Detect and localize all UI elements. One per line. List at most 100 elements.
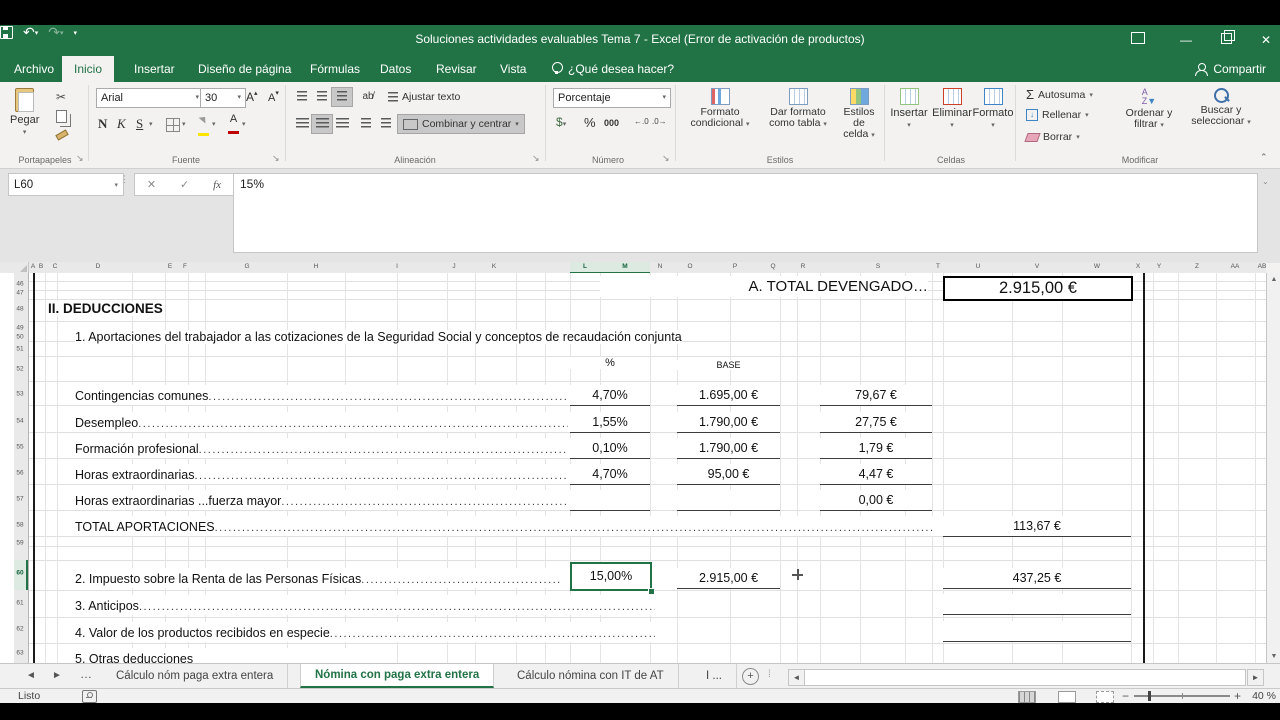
fx-icon[interactable]: fx (213, 179, 221, 191)
cell-row-base[interactable] (677, 490, 780, 511)
cell-valor-especie-label[interactable]: 4. Valor de los productos recibidos en e… (75, 622, 655, 642)
underline-dropdown-icon[interactable]: ▾ (149, 120, 153, 128)
cell-row-amount[interactable]: 27,75 € (820, 412, 932, 433)
select-all-corner[interactable] (14, 262, 29, 273)
column-header-H[interactable]: H (314, 263, 319, 270)
column-header-A[interactable]: A (31, 263, 35, 270)
alignment-dialog-launcher-icon[interactable]: ↘ (532, 153, 540, 164)
tab-datos[interactable]: Datos (368, 56, 423, 82)
paste-button[interactable]: Pegar▾ (10, 88, 39, 136)
view-page-layout-icon[interactable] (1058, 691, 1076, 703)
row-header-53[interactable]: 53 (14, 391, 26, 398)
name-box[interactable]: L60▾ (8, 173, 124, 196)
row-header-62[interactable]: 62 (14, 626, 26, 633)
cell-anticipos-label[interactable]: 3. Anticipos............................… (75, 595, 655, 615)
tab-diseno-pagina[interactable]: Diseño de página (186, 56, 303, 82)
increase-decimal-icon[interactable]: ←.0 (634, 117, 649, 126)
row-header-56[interactable]: 56 (14, 470, 26, 477)
column-header-L[interactable]: L (583, 263, 587, 270)
cell-row-label[interactable]: Horas extraordinarias...................… (75, 464, 568, 484)
cell-total-aportaciones-label[interactable]: TOTAL APORTACIONES......................… (75, 516, 935, 536)
row-headers[interactable]: 464748495051525354555657585960616263 (14, 273, 29, 663)
column-header-G[interactable]: G (244, 263, 249, 270)
horizontal-scrollbar[interactable] (804, 669, 1246, 686)
italic-button[interactable]: K (117, 116, 126, 132)
formula-input[interactable]: 15% (233, 173, 1258, 253)
zoom-slider-thumb[interactable] (1148, 691, 1151, 701)
cell-row-base[interactable]: 1.790,00 € (677, 412, 780, 433)
share-button[interactable]: Compartir (1195, 56, 1266, 82)
zoom-in-icon[interactable]: + (1234, 689, 1241, 703)
align-bottom-icon[interactable] (332, 88, 352, 106)
fill-color-icon[interactable] (198, 115, 209, 139)
tab-scroll-splitter[interactable]: ⁞ (768, 669, 771, 680)
column-header-Q[interactable]: Q (770, 263, 775, 270)
minimize-icon[interactable]: — (1166, 25, 1206, 55)
sheet-nav-more-icon[interactable]: … (80, 667, 92, 681)
accessibility-icon[interactable] (82, 690, 97, 703)
cell-section-title[interactable]: II. DEDUCCIONES (48, 301, 163, 316)
fill-color-dropdown-icon[interactable]: ▾ (212, 120, 216, 128)
enter-icon[interactable]: ✓ (180, 178, 189, 191)
cell-row-label[interactable]: Contingencias comunes...................… (75, 385, 568, 405)
decrease-indent-icon[interactable] (356, 115, 376, 133)
format-as-table-button[interactable]: Dar formatocomo tabla ▾ (760, 88, 836, 130)
cell-irpf-base[interactable]: 2.915,00 € (677, 568, 780, 589)
cell-total-devengado-label[interactable]: A. TOTAL DEVENGADO… (600, 276, 928, 297)
sheet-nav-next-icon[interactable]: ► (52, 670, 62, 681)
decrease-decimal-icon[interactable]: .0→ (652, 117, 667, 126)
sheet-tab-nomina-activa[interactable]: Nómina con paga extra entera (300, 664, 494, 688)
cell-irpf-label[interactable]: 2. Impuesto sobre la Renta de las Person… (75, 568, 560, 588)
conditional-formatting-button[interactable]: Formatocondicional ▾ (684, 88, 756, 130)
cut-icon[interactable]: ✂ (56, 90, 66, 104)
row-header-61[interactable]: 61 (14, 600, 26, 607)
column-header-C[interactable]: C (53, 263, 58, 270)
cell-row-pct[interactable] (570, 490, 650, 511)
cell-row-base[interactable]: 1.790,00 € (677, 438, 780, 459)
view-normal-icon[interactable] (1018, 691, 1036, 703)
cell-row-pct[interactable]: 1,55% (570, 412, 650, 433)
accounting-format-icon[interactable]: $▾ (556, 115, 566, 129)
ribbon-display-options-icon[interactable] (1118, 25, 1158, 55)
row-header-54[interactable]: 54 (14, 418, 26, 425)
font-size-combo[interactable]: 30▾ (200, 88, 246, 108)
tab-vista[interactable]: Vista (488, 56, 538, 82)
cell-otras-deducciones-label[interactable]: 5. Otras deducciones (75, 648, 375, 663)
sort-filter-button[interactable]: AZ▼ Ordenar yfiltrar ▾ (1118, 88, 1180, 131)
orientation-icon[interactable]: ab̸ (358, 88, 378, 106)
sheet-tab-calculo-it[interactable]: Cálculo nómina con IT de AT (503, 664, 679, 688)
find-select-button[interactable]: Buscar yseleccionar ▾ (1186, 88, 1256, 128)
column-header-B[interactable]: B (39, 263, 43, 270)
column-header-N[interactable]: N (658, 263, 663, 270)
cell-row-pct[interactable]: 4,70% (570, 464, 650, 485)
column-header-AB[interactable]: AB (1258, 263, 1267, 270)
tab-revisar[interactable]: Revisar (424, 56, 489, 82)
cell-anticipos-value[interactable] (943, 594, 1131, 615)
new-sheet-icon[interactable]: + (742, 668, 759, 685)
bold-button[interactable]: N (98, 116, 107, 132)
cell-irpf-amount[interactable]: 437,25 € (943, 568, 1131, 589)
merge-center-button[interactable]: Combinar y centrar▾ (398, 115, 524, 133)
column-header-X[interactable]: X (1136, 263, 1140, 270)
column-header-S[interactable]: S (876, 263, 880, 270)
font-color-dropdown-icon[interactable]: ▾ (242, 120, 246, 128)
row-header-47[interactable]: 47 (14, 290, 26, 297)
cell-row-label[interactable]: Desempleo...............................… (75, 412, 568, 432)
tab-insertar[interactable]: Insertar (122, 56, 187, 82)
align-top-icon[interactable] (292, 88, 312, 106)
cell-row-amount[interactable]: 79,67 € (820, 385, 932, 406)
align-left-icon[interactable] (292, 115, 312, 133)
column-header-F[interactable]: F (183, 263, 187, 270)
column-header-W[interactable]: W (1094, 263, 1100, 270)
number-dialog-launcher-icon[interactable]: ↘ (662, 153, 670, 164)
grow-font-icon[interactable]: A▴ (246, 89, 258, 104)
tab-formulas[interactable]: Fórmulas (298, 56, 372, 82)
cell-row-label[interactable]: Formación profesional...................… (75, 438, 568, 458)
row-header-55[interactable]: 55 (14, 444, 26, 451)
align-center-icon[interactable] (312, 115, 332, 133)
tab-archivo[interactable]: Archivo (2, 56, 66, 82)
sheet-nav-prev-icon[interactable]: ◄ (26, 670, 36, 681)
row-header-60[interactable]: 60 (14, 570, 26, 577)
cell-row-amount[interactable]: 1,79 € (820, 438, 932, 459)
column-header-M[interactable]: M (622, 263, 627, 270)
